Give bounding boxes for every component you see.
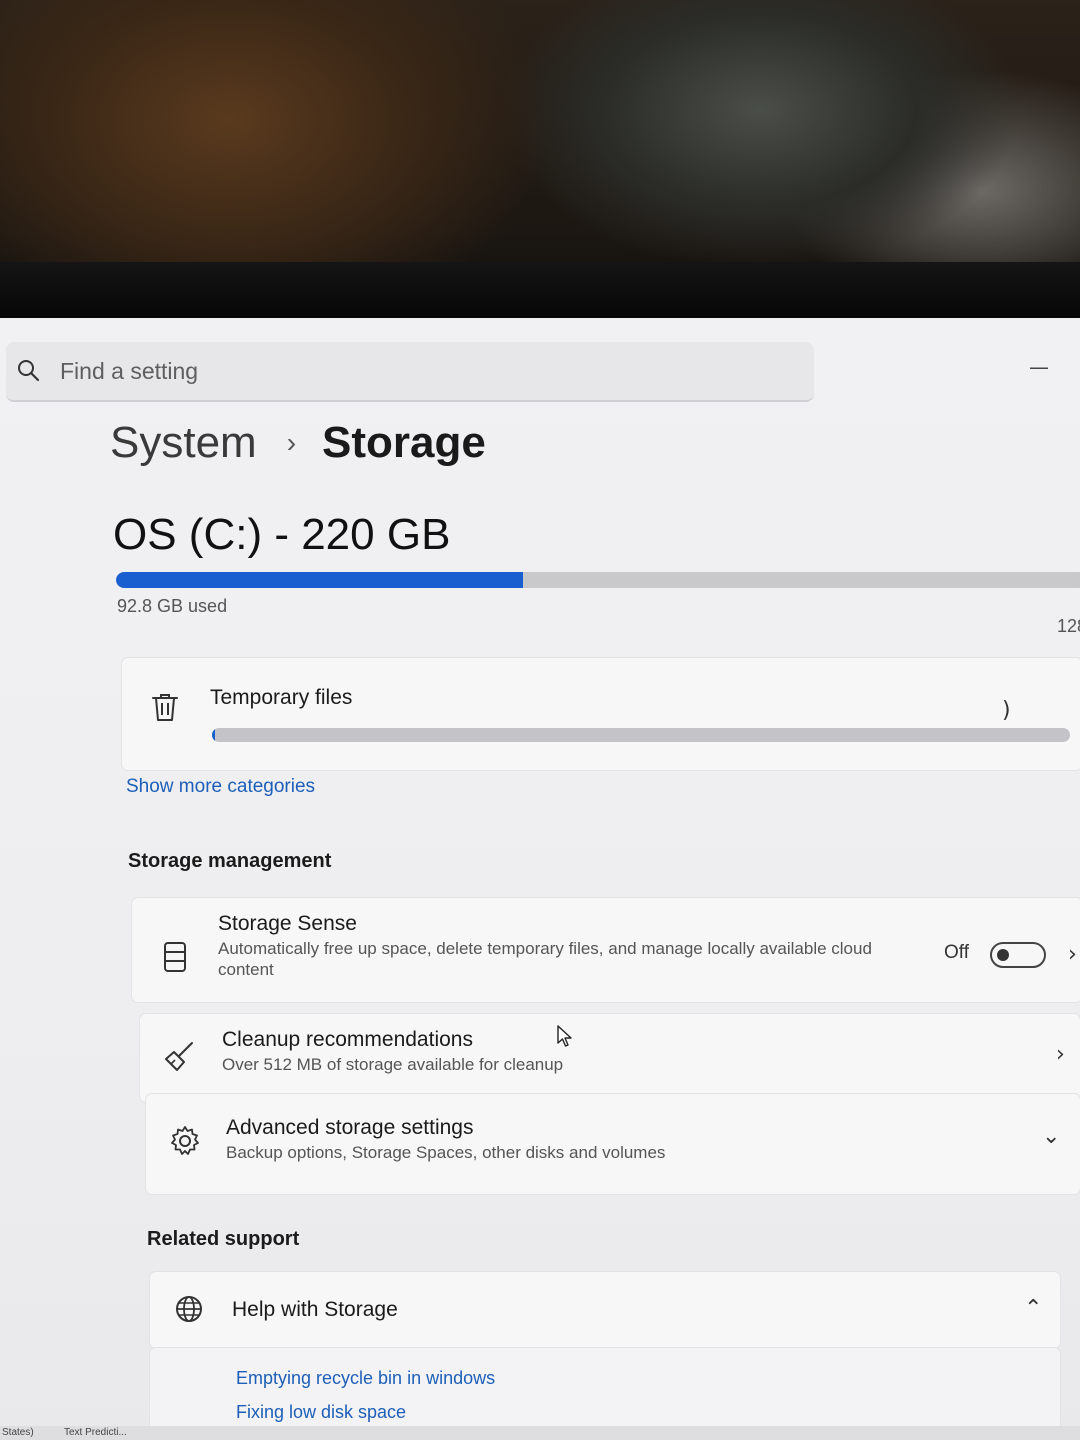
search-bar[interactable] — [6, 342, 814, 402]
toggle-knob — [997, 949, 1009, 961]
taskbar-item[interactable]: Text Predicti... — [64, 1427, 127, 1438]
related-support-heading: Related support — [147, 1228, 300, 1250]
laptop-bezel — [0, 262, 1080, 324]
storage-sense-toggle-state: Off — [944, 942, 969, 963]
globe-icon — [176, 1296, 202, 1322]
taskbar-peek: States) Text Predicti... — [0, 1426, 1080, 1440]
support-link-recycle-bin[interactable]: Emptying recycle bin in windows — [236, 1368, 495, 1389]
taskbar-item[interactable]: States) — [2, 1427, 34, 1438]
advanced-storage-title: Advanced storage settings — [226, 1116, 474, 1139]
mouse-cursor-icon — [557, 1025, 572, 1047]
drive-title: OS (C:) - 220 GB — [113, 510, 451, 559]
show-more-categories-link[interactable]: Show more categories — [126, 776, 315, 798]
storage-sense-card[interactable]: Storage Sense Automatically free up spac… — [132, 898, 1080, 1002]
breadcrumb: System › Storage — [110, 418, 486, 468]
drive-icon — [164, 942, 186, 972]
advanced-storage-description: Backup options, Storage Spaces, other di… — [226, 1143, 666, 1162]
chevron-down-icon: ⌄ — [1042, 1124, 1061, 1149]
page-title: Storage — [322, 418, 486, 467]
chevron-right-icon: › — [1068, 942, 1077, 967]
drive-usage-bar — [116, 572, 1080, 588]
storage-sense-toggle[interactable] — [990, 942, 1046, 968]
minimize-button[interactable]: — — [1024, 355, 1054, 379]
chevron-right-icon: › — [1056, 1042, 1065, 1067]
temporary-files-card[interactable]: Temporary files ) — [122, 658, 1080, 770]
gear-icon — [171, 1126, 199, 1155]
help-with-storage-title: Help with Storage — [232, 1298, 398, 1321]
broom-icon — [165, 1042, 193, 1071]
drive-used-label: 92.8 GB used — [117, 596, 228, 616]
help-with-storage-card[interactable]: Help with Storage ⌃ — [150, 1272, 1060, 1348]
settings-window: — System › Storage OS (C:) - 220 GB 92.8… — [0, 318, 1080, 1440]
drive-total-label: 128 — [1057, 616, 1080, 636]
trash-icon — [152, 694, 178, 721]
storage-management-heading: Storage management — [128, 850, 332, 872]
breadcrumb-separator: › — [286, 427, 297, 458]
advanced-storage-settings-card[interactable]: Advanced storage settings Backup options… — [146, 1094, 1080, 1194]
cleanup-description: Over 512 MB of storage available for cle… — [222, 1055, 564, 1074]
support-link-low-disk-space[interactable]: Fixing low disk space — [236, 1402, 406, 1423]
temporary-files-fill — [212, 728, 215, 742]
search-input[interactable] — [58, 356, 762, 386]
cleanup-title: Cleanup recommendations — [222, 1028, 473, 1051]
chevron-up-icon: ⌃ — [1024, 1296, 1043, 1321]
chevron-right-icon: ) — [1002, 698, 1011, 723]
temporary-files-bar — [212, 728, 1070, 742]
drive-usage-fill — [116, 572, 524, 588]
temporary-files-title: Temporary files — [210, 686, 353, 709]
storage-sense-title: Storage Sense — [218, 912, 357, 935]
storage-sense-description: Automatically free up space, delete temp… — [218, 939, 872, 979]
search-icon — [18, 360, 40, 382]
cleanup-recommendations-card[interactable]: Cleanup recommendations Over 512 MB of s… — [140, 1014, 1080, 1102]
breadcrumb-system[interactable]: System — [110, 418, 257, 468]
